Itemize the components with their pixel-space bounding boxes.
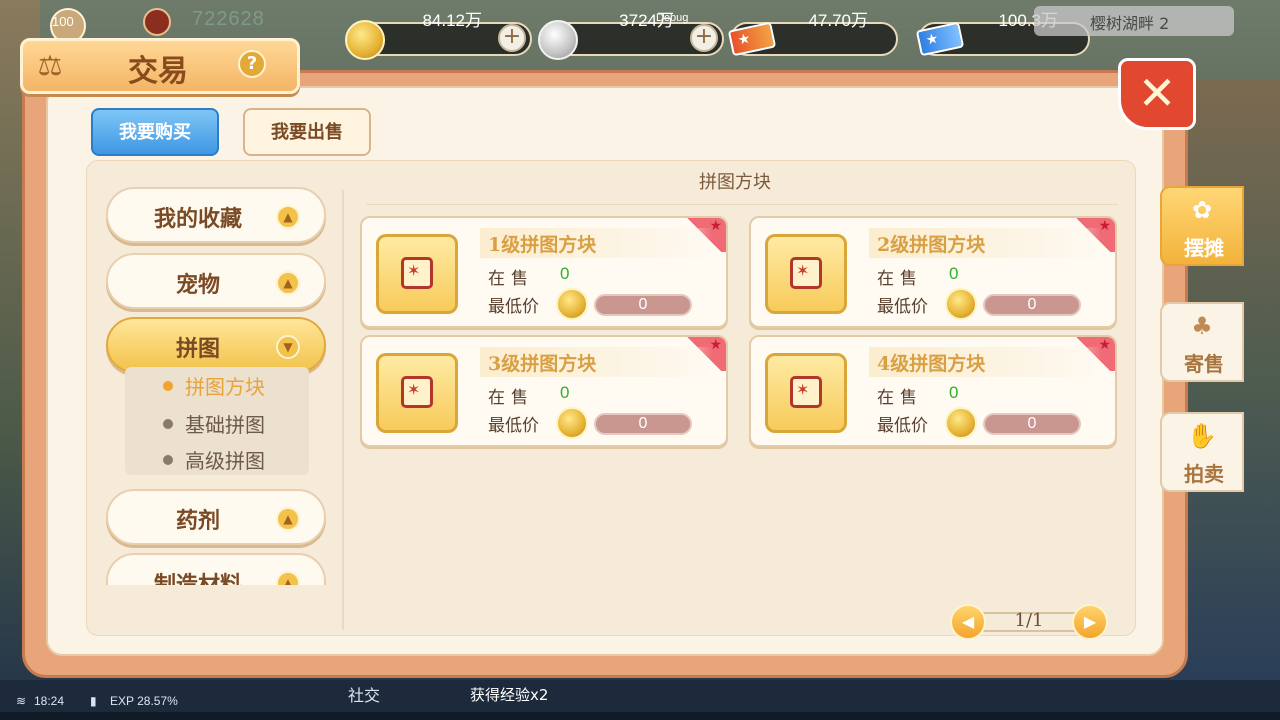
on-sale-label: 在售 <box>488 269 534 289</box>
category-label: 制造材料 <box>153 572 242 585</box>
previous-page-button[interactable]: ◀ <box>950 604 986 640</box>
scales-icon: ⚖ <box>37 49 63 82</box>
status-bar: ≋ 18:24 ▮ EXP 28.57% <box>0 694 380 712</box>
on-sale-label: 在售 <box>488 388 534 408</box>
category-label: 我的收藏 <box>153 206 242 232</box>
min-price-label: 最低价 <box>488 416 539 436</box>
tab-sell[interactable]: 我要出售 <box>243 108 371 156</box>
side-tab-label: 摆摊 <box>1184 236 1224 260</box>
gold-coin-icon <box>556 288 588 320</box>
add-gold-button[interactable]: + <box>498 24 526 52</box>
on-sale-label: 在售 <box>877 269 923 289</box>
help-icon[interactable]: ? <box>238 50 266 78</box>
item-card[interactable]: ★ ✶ 1级拼图方块 在售 0 最低价 0 <box>360 216 728 328</box>
map-name: 樱树湖畔 2 <box>1034 6 1234 36</box>
item-card[interactable]: ★ ✶ 3级拼图方块 在售 0 最低价 0 <box>360 335 728 447</box>
chevron-up-icon: ▲ <box>276 571 300 585</box>
min-price-value: 0 <box>983 294 1081 316</box>
gold-coin-icon <box>945 407 977 439</box>
subcategory-list: 拼图方块 基础拼图 高级拼图 <box>125 367 309 475</box>
item-name: 3级拼图方块 <box>488 353 597 375</box>
item-card[interactable]: ★ ✶ 2级拼图方块 在售 0 最低价 0 <box>749 216 1117 328</box>
category-favorites[interactable]: 我的收藏 ▲ <box>106 187 326 243</box>
min-price-value: 0 <box>594 413 692 435</box>
puzzle-block-icon: ✶ <box>790 257 822 289</box>
min-price-label: 最低价 <box>877 297 928 317</box>
puzzle-block-icon: ✶ <box>401 257 433 289</box>
debug-label: Debug <box>656 12 689 24</box>
item-name: 2级拼图方块 <box>877 234 986 256</box>
item-icon-frame: ✶ <box>765 353 847 433</box>
bullet-icon <box>163 455 173 465</box>
category-label: 药剂 <box>175 508 220 534</box>
divider <box>342 190 344 630</box>
chevron-up-icon: ▲ <box>276 507 300 531</box>
auction-icon: ✋ <box>1187 422 1217 450</box>
subcategory-basic-puzzle[interactable]: 基础拼图 <box>185 409 265 438</box>
subcategory-puzzle-blocks[interactable]: 拼图方块 <box>185 371 265 400</box>
category-potions[interactable]: 药剂 ▲ <box>106 489 326 545</box>
tab-buy[interactable]: 我要购买 <box>91 108 219 156</box>
category-crafting-materials[interactable]: 制造材料 ▲ <box>106 553 326 585</box>
wifi-icon: ≋ <box>16 694 27 708</box>
puzzle-block-icon: ✶ <box>790 376 822 408</box>
puzzle-block-icon: ✶ <box>401 376 433 408</box>
resource-gold-value: 84.12万 <box>422 11 482 30</box>
side-tab-auction[interactable]: ✋ 拍卖 <box>1160 412 1244 492</box>
window-title: 交易 <box>128 54 188 89</box>
on-sale-value: 0 <box>560 383 570 402</box>
player-power: 722628 <box>192 8 265 30</box>
chat-message: 获得经验x2 <box>470 686 549 704</box>
min-price-value: 0 <box>594 294 692 316</box>
on-sale-value: 0 <box>949 264 959 283</box>
exp-bar <box>0 712 1280 720</box>
section-title: 拼图方块 <box>699 172 771 193</box>
silver-coin-icon <box>538 20 578 60</box>
item-icon-frame: ✶ <box>376 234 458 314</box>
page-indicator: 1/1 <box>1014 610 1044 631</box>
on-sale-value: 0 <box>560 264 570 283</box>
bullet-icon <box>163 419 173 429</box>
chevron-down-icon: ▼ <box>276 335 300 359</box>
side-tab-label: 拍卖 <box>1184 462 1224 486</box>
side-tab-consignment[interactable]: ♣ 寄售 <box>1160 302 1244 382</box>
category-puzzle[interactable]: 拼图 ▼ <box>106 317 326 373</box>
gold-coin-icon <box>345 20 385 60</box>
close-button[interactable]: ✕ <box>1118 58 1196 130</box>
category-pets[interactable]: 宠物 ▲ <box>106 253 326 309</box>
resource-red-ticket-value: 47.70万 <box>808 11 868 30</box>
category-label: 宠物 <box>175 272 220 298</box>
item-icon-frame: ✶ <box>765 234 847 314</box>
category-label: 拼图 <box>175 336 220 362</box>
battery-icon: ▮ <box>90 694 97 708</box>
player-level: 100 <box>52 14 74 29</box>
min-price-label: 最低价 <box>877 416 928 436</box>
category-list[interactable]: 我的收藏 ▲ 宠物 ▲ 拼图 ▼ 拼图方块 基础拼图 高级拼图 药剂 ▲ 制造材… <box>104 185 330 585</box>
item-name: 4级拼图方块 <box>877 353 986 375</box>
gold-coin-icon <box>945 288 977 320</box>
bullet-icon <box>163 381 173 391</box>
item-icon-frame: ✶ <box>376 353 458 433</box>
bag-icon: ♣ <box>1191 312 1213 340</box>
clock-time: 18:24 <box>34 694 65 708</box>
item-name: 1级拼图方块 <box>488 234 597 256</box>
divider <box>366 204 1118 205</box>
stall-icon: ✿ <box>1191 196 1213 224</box>
exp-percent: EXP 28.57% <box>110 694 178 708</box>
power-icon <box>143 8 171 36</box>
next-page-button[interactable]: ▶ <box>1072 604 1108 640</box>
side-tab-label: 寄售 <box>1184 352 1224 376</box>
min-price-value: 0 <box>983 413 1081 435</box>
on-sale-label: 在售 <box>877 388 923 408</box>
gold-coin-icon <box>556 407 588 439</box>
side-tab-stall[interactable]: ✿ 摆摊 <box>1160 186 1244 266</box>
chevron-up-icon: ▲ <box>276 205 300 229</box>
subcategory-advanced-puzzle[interactable]: 高级拼图 <box>185 445 265 474</box>
on-sale-value: 0 <box>949 383 959 402</box>
chevron-up-icon: ▲ <box>276 271 300 295</box>
min-price-label: 最低价 <box>488 297 539 317</box>
add-silver-button[interactable]: + <box>690 24 718 52</box>
item-card[interactable]: ★ ✶ 4级拼图方块 在售 0 最低价 0 <box>749 335 1117 447</box>
